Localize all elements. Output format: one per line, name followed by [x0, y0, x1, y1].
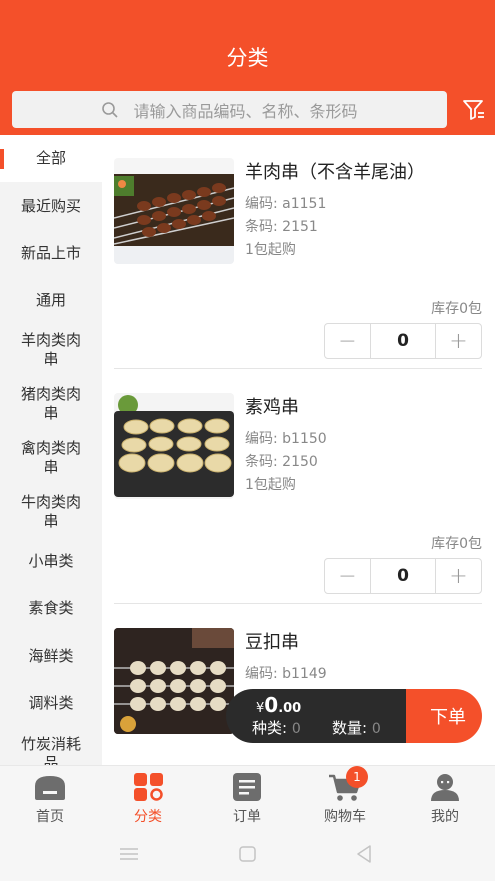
product-code: 编码: a1151: [245, 196, 327, 212]
tab-label: 分类: [134, 809, 162, 825]
cart-summary[interactable]: ¥0.00 种类: 0 数量: 0: [226, 689, 426, 743]
bottom-tab-bar: 首页 分类 订单 1 购物车 我的: [0, 765, 495, 827]
product-barcode: 条码: 2151: [245, 219, 318, 235]
minus-button[interactable]: −: [325, 324, 370, 358]
product-item[interactable]: 羊肉串（不含羊尾油） 编码: a1151 条码: 2151 1包起购 库存0包 …: [114, 158, 486, 369]
quantity-total: 0: [371, 721, 381, 737]
tab-label: 购物车: [324, 809, 366, 825]
sidebar-item-charcoal[interactable]: 竹炭消耗品: [0, 735, 102, 765]
kinds-label: 种类:: [252, 719, 288, 737]
product-min-order: 1包起购: [245, 477, 296, 493]
cart-kinds: 种类: 0: [252, 717, 301, 738]
divider: [114, 368, 482, 369]
search-placeholder: 请输入商品编码、名称、条形码: [133, 101, 358, 121]
page-title: 分类: [226, 46, 269, 70]
sidebar-item-general[interactable]: 通用: [0, 291, 102, 310]
order-icon: [233, 773, 261, 801]
search-icon: [102, 101, 119, 118]
tab-label: 我的: [431, 809, 459, 825]
search-input[interactable]: 请输入商品编码、名称、条形码: [12, 91, 447, 128]
divider: [114, 603, 482, 604]
quantity-label: 数量:: [332, 719, 368, 737]
total-decimal: .00: [278, 701, 302, 716]
cart-badge: 1: [346, 766, 368, 788]
product-name: 羊肉串（不含羊尾油）: [245, 162, 425, 183]
sidebar-item-beef[interactable]: 牛肉类肉串: [0, 493, 102, 531]
tab-label: 订单: [233, 809, 261, 825]
kinds-value: 0: [291, 721, 301, 737]
minus-button[interactable]: −: [325, 559, 370, 593]
profile-icon: [431, 774, 459, 801]
quantity-stepper: − 0 +: [324, 323, 482, 359]
product-code: 编码: b1149: [245, 666, 327, 682]
sidebar-item-mutton[interactable]: 羊肉类肉串: [0, 331, 102, 369]
product-image: [114, 158, 234, 264]
sidebar-item-new[interactable]: 新品上市: [0, 244, 102, 263]
product-min-order: 1包起购: [245, 242, 296, 258]
sidebar-item-vegetarian[interactable]: 素食类: [0, 599, 102, 618]
sidebar-item-small[interactable]: 小串类: [0, 552, 102, 571]
home-square-icon[interactable]: [239, 846, 256, 862]
quantity-value[interactable]: 0: [370, 559, 436, 593]
cart-total: ¥0.00: [256, 693, 301, 717]
active-indicator: [0, 149, 4, 169]
home-icon: [35, 776, 65, 800]
quantity-stepper: − 0 +: [324, 558, 482, 594]
sidebar-item-seasoning[interactable]: 调料类: [0, 694, 102, 713]
product-code: 编码: b1150: [245, 431, 327, 447]
category-icon: [134, 773, 163, 801]
sidebar-item-recent[interactable]: 最近购买: [0, 197, 102, 216]
category-sidebar: 全部 最近购买 新品上市 通用 羊肉类肉串 猪肉类肉串 禽肉类肉串 牛肉类肉串 …: [0, 135, 102, 765]
system-nav-bar: [0, 827, 495, 881]
product-name: 素鸡串: [245, 397, 299, 418]
tab-home[interactable]: 首页: [15, 770, 85, 826]
product-barcode: 条码: 2150: [245, 454, 318, 470]
product-image: [114, 393, 234, 499]
sidebar-item-seafood[interactable]: 海鲜类: [0, 647, 102, 666]
product-image: [114, 628, 234, 734]
product-stock: 库存0包: [431, 536, 482, 552]
sidebar-item-poultry[interactable]: 禽肉类肉串: [0, 439, 102, 477]
cart-summary-bar: ¥0.00 种类: 0 数量: 0 下单: [226, 689, 482, 743]
tab-cart[interactable]: 1 购物车: [310, 766, 380, 826]
total-integer: 0: [264, 693, 279, 717]
filter-icon[interactable]: [462, 98, 486, 122]
back-icon[interactable]: [356, 845, 372, 863]
cart-quantity: 数量: 0: [332, 717, 381, 738]
tab-profile[interactable]: 我的: [410, 770, 480, 826]
header: 分类 请输入商品编码、名称、条形码: [0, 0, 495, 135]
sidebar-item-label: 全部: [35, 149, 66, 167]
sidebar-item-pork[interactable]: 猪肉类肉串: [0, 385, 102, 423]
menu-icon[interactable]: [120, 847, 138, 861]
plus-button[interactable]: +: [436, 324, 481, 358]
product-name: 豆扣串: [245, 632, 299, 653]
tab-orders[interactable]: 订单: [212, 770, 282, 826]
place-order-button[interactable]: 下单: [406, 689, 482, 743]
plus-button[interactable]: +: [436, 559, 481, 593]
product-stock: 库存0包: [431, 301, 482, 317]
product-item[interactable]: 素鸡串 编码: b1150 条码: 2150 1包起购 库存0包 − 0 +: [114, 393, 486, 604]
quantity-value[interactable]: 0: [370, 324, 436, 358]
sidebar-item-all[interactable]: 全部: [0, 135, 102, 182]
tab-label: 首页: [36, 809, 64, 825]
tab-category[interactable]: 分类: [113, 770, 183, 826]
